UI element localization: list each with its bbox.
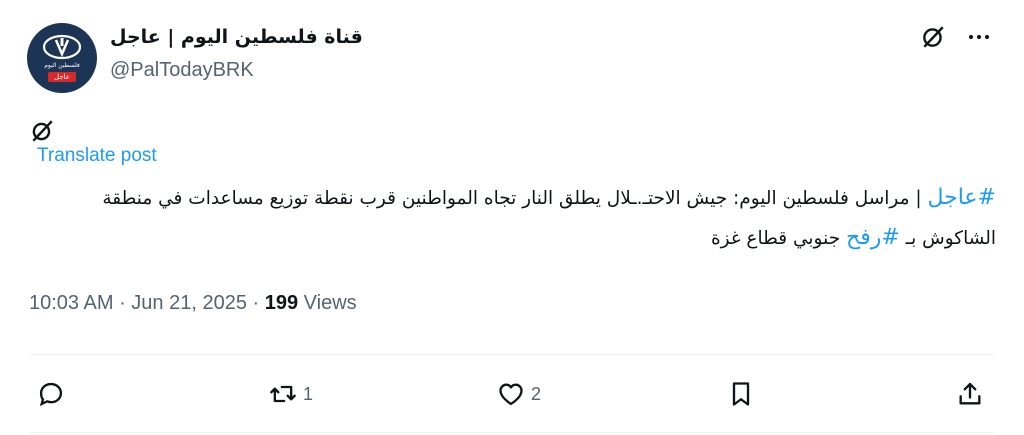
hashtag-link[interactable]: #رفح: [846, 225, 900, 250]
views-label: Views: [298, 292, 357, 314]
bookmark-icon: [732, 382, 750, 406]
like-icon: [499, 383, 523, 406]
more-icon[interactable]: [962, 22, 996, 52]
reply-icon: [39, 382, 63, 407]
share-icon: [959, 382, 981, 405]
divider: [29, 432, 995, 433]
avatar-caption: فلسطين اليوم: [44, 62, 80, 69]
channel-logo-icon: [42, 34, 82, 60]
grok-translate-icon[interactable]: [29, 118, 55, 144]
post-time[interactable]: 10:03 AM: [29, 292, 114, 314]
avatar[interactable]: فلسطين اليوم عاجل: [27, 23, 97, 93]
meta-separator: ·: [113, 292, 132, 314]
repost-count: 1: [303, 383, 314, 404]
repost-icon: [270, 385, 296, 403]
divider: [29, 354, 995, 355]
user-handle[interactable]: @PalTodayBRK: [110, 59, 254, 82]
display-name[interactable]: قناة فلسطين اليوم | عاجل: [110, 26, 363, 48]
post-text: #عاجل | مراسل فلسطين اليوم: جيش الاحتـ.ـ…: [30, 178, 996, 258]
bookmark-button[interactable]: [727, 372, 755, 416]
grok-icon[interactable]: [918, 22, 948, 52]
repost-button[interactable]: 1: [269, 372, 313, 416]
share-button[interactable]: [956, 372, 984, 416]
post-date[interactable]: Jun 21, 2025: [131, 292, 247, 314]
hashtag-link[interactable]: #عاجل: [927, 185, 996, 210]
meta-separator: ·: [246, 292, 265, 314]
translate-post-link[interactable]: Translate post: [37, 145, 157, 167]
views-count: 199: [264, 292, 299, 314]
like-button[interactable]: 2: [497, 372, 541, 416]
post-meta: 10:03 AM · Jun 21, 2025 · 199 Views: [29, 292, 357, 315]
like-count: 2: [531, 383, 542, 404]
avatar-badge: عاجل: [48, 72, 76, 82]
reply-button[interactable]: [37, 372, 71, 416]
post-text-segment: جنوبي قطاع غزة: [710, 228, 847, 249]
